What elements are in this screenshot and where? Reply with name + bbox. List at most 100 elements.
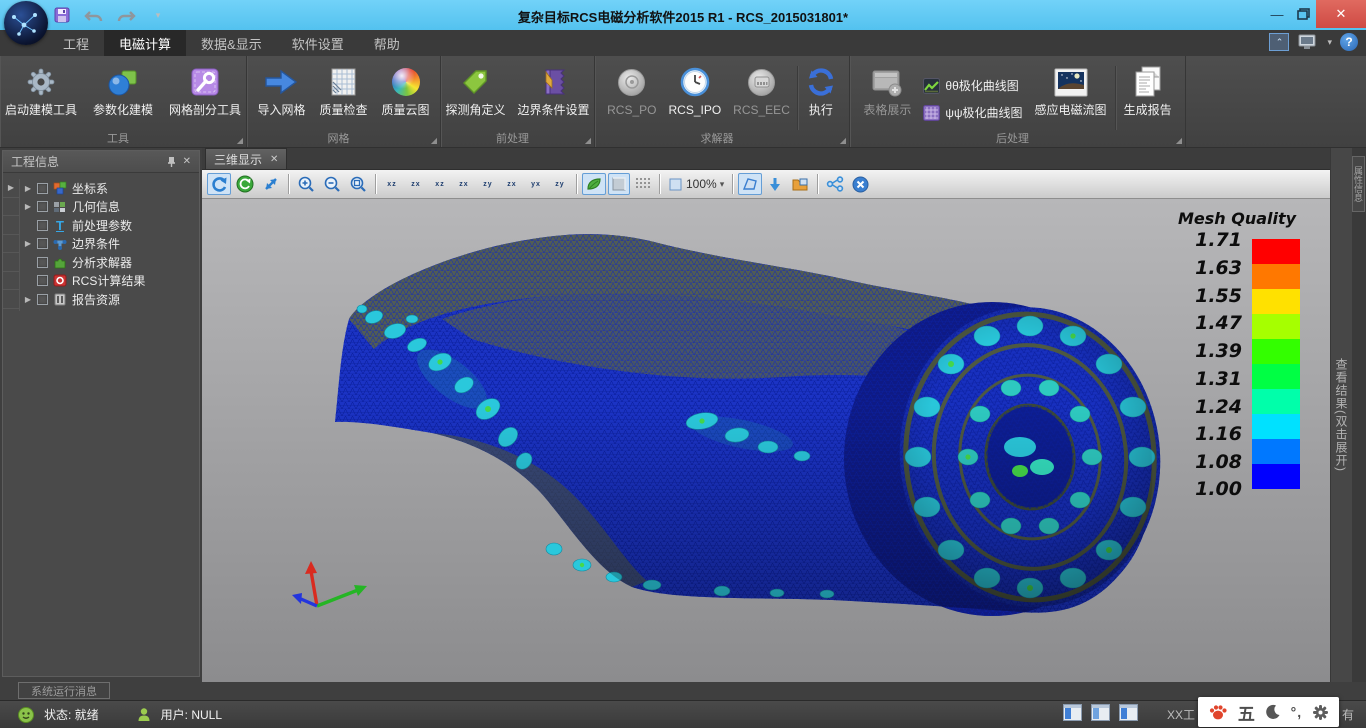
pin-icon[interactable]	[166, 156, 177, 168]
viewport-3d-canvas[interactable]: Mesh Quality 1.71 1.63 1.55 1.47 1.39 1.…	[202, 199, 1330, 682]
view-preset-zy-button[interactable]: zy	[477, 173, 499, 195]
menu-tab-software-settings[interactable]: 软件设置	[277, 30, 359, 56]
dialog-launcher-icon[interactable]: ◢	[237, 137, 243, 145]
menu-tab-project[interactable]: 工程	[48, 30, 104, 56]
dialog-launcher-icon[interactable]: ◢	[1176, 137, 1182, 145]
layout-split-panel-button[interactable]	[1091, 704, 1110, 721]
expander-icon[interactable]: ▶	[23, 184, 33, 193]
close-button[interactable]: ✕	[1316, 0, 1366, 28]
rcs-ipo-button[interactable]: RCS_IPO	[663, 61, 726, 119]
display-style-icon[interactable]	[1297, 33, 1319, 51]
ime-paw-icon[interactable]	[1208, 703, 1228, 721]
app-logo-icon[interactable]	[4, 1, 48, 45]
zoom-in-button[interactable]	[294, 173, 318, 195]
zoom-level-control[interactable]: 100% ▾	[665, 173, 727, 195]
parametric-modeling-button[interactable]: 参数化建模	[88, 61, 158, 119]
zoom-fit-button[interactable]	[346, 173, 370, 195]
tab-close-icon[interactable]: ✕	[270, 154, 278, 165]
layout-right-panel-button[interactable]	[1119, 704, 1138, 721]
ime-wubi-mode[interactable]: 五	[1238, 700, 1255, 725]
share-flow-button[interactable]	[823, 173, 847, 195]
rcs-po-button[interactable]: RCS_PO	[602, 61, 661, 119]
checkbox[interactable]	[37, 183, 48, 194]
expander-icon[interactable]: ▶	[23, 295, 33, 304]
expander-icon[interactable]: ▶	[23, 202, 33, 211]
psi-polarization-curve-button[interactable]: ψψ极化曲线图	[919, 102, 1026, 123]
share-icon	[826, 176, 844, 192]
rotate-view-button[interactable]	[207, 173, 231, 195]
ime-punctuation-mode[interactable]: °,	[1291, 704, 1303, 720]
view-preset-zx3-button[interactable]: zx	[501, 173, 523, 195]
undo-button[interactable]	[84, 5, 104, 25]
checkbox[interactable]	[37, 201, 48, 212]
theta-polarization-curve-button[interactable]: θθ极化曲线图	[919, 75, 1026, 96]
checkbox[interactable]	[37, 294, 48, 305]
panel-close-icon[interactable]: ✕	[183, 156, 191, 167]
execute-button[interactable]: 执行	[800, 61, 842, 119]
shaded-view-button[interactable]	[582, 173, 606, 195]
dialog-launcher-icon[interactable]: ◢	[431, 137, 437, 145]
view-preset-zx-button[interactable]: zx	[405, 173, 427, 195]
pan-view-button[interactable]	[259, 173, 283, 195]
mesh-partition-tool-button[interactable]: 网格剖分工具	[164, 61, 246, 119]
quality-cloud-map-button[interactable]: 质量云图	[377, 61, 435, 119]
tree-item-geometry-info[interactable]: ▶ 几何信息	[21, 198, 199, 217]
checkbox[interactable]	[37, 257, 48, 268]
checkbox[interactable]	[37, 220, 48, 231]
view-preset-xz2-button[interactable]: xz	[429, 173, 451, 195]
menu-tab-help[interactable]: 帮助	[359, 30, 415, 56]
section-select-button[interactable]	[738, 173, 762, 195]
system-messages-tab[interactable]: 系统运行消息	[18, 682, 110, 699]
spin-view-button[interactable]	[233, 173, 257, 195]
expander-icon[interactable]: ▶	[23, 239, 33, 248]
tree-item-analysis-solver[interactable]: 分析求解器	[21, 253, 199, 272]
view-preset-zy2-button[interactable]: zy	[549, 173, 571, 195]
layout-left-panel-button[interactable]	[1063, 704, 1082, 721]
green-sync-icon	[236, 175, 254, 193]
generate-report-button[interactable]: 生成报告	[1119, 61, 1177, 119]
minimize-button[interactable]: —	[1264, 1, 1290, 27]
display-style-dropdown-icon[interactable]: ▾	[1327, 37, 1332, 48]
save-button[interactable]	[52, 5, 72, 25]
view-preset-zx2-button[interactable]: zx	[453, 173, 475, 195]
close-view-button[interactable]	[849, 173, 872, 195]
ime-gear-icon[interactable]	[1312, 704, 1329, 721]
tree-item-preprocess-params[interactable]: T 前处理参数	[21, 216, 199, 235]
start-modeling-tool-button[interactable]: 启动建模工具	[0, 61, 82, 119]
view-preset-xz-button[interactable]: xz	[381, 173, 403, 195]
zoom-out-button[interactable]	[320, 173, 344, 195]
quality-check-button[interactable]: 质量检查	[314, 61, 372, 119]
probe-angle-define-button[interactable]: 探测角定义	[440, 61, 510, 119]
gutter-expander-icon[interactable]: ▶	[3, 179, 19, 198]
menu-tab-em-computation[interactable]: 电磁计算	[104, 30, 186, 56]
redo-button[interactable]	[116, 5, 136, 25]
help-icon[interactable]: ?	[1340, 33, 1358, 51]
view-preset-yx-button[interactable]: yx	[525, 173, 547, 195]
capture-image-button[interactable]	[788, 173, 812, 195]
tree-item-rcs-results[interactable]: RCS计算结果	[21, 272, 199, 291]
tab-3d-display[interactable]: 三维显示 ✕	[205, 148, 287, 169]
table-display-button[interactable]: 表格展示	[858, 61, 916, 119]
tree-item-report-resources[interactable]: ▶ 报告资源	[21, 290, 199, 309]
dialog-launcher-icon[interactable]: ◢	[585, 137, 591, 145]
ime-moon-icon[interactable]	[1265, 704, 1281, 720]
tree-item-coordinate-system[interactable]: ▶ 坐标系	[21, 179, 199, 198]
import-mesh-button[interactable]: 导入网格	[252, 61, 310, 119]
induced-current-map-button[interactable]: 感应电磁流图	[1030, 61, 1112, 119]
checkbox[interactable]	[37, 275, 48, 286]
boundary-condition-settings-button[interactable]: 边界条件设置	[513, 61, 595, 119]
zoom-dropdown-icon[interactable]: ▾	[720, 179, 725, 190]
tree-item-boundary-conditions[interactable]: ▶ 边界条件	[21, 235, 199, 254]
results-splitter-bar[interactable]: 查看结果(双击展开)	[1330, 148, 1352, 682]
maximize-button[interactable]	[1290, 1, 1316, 27]
flat-view-button[interactable]	[608, 173, 630, 195]
menu-tab-data-display[interactable]: 数据&显示	[186, 30, 277, 56]
quick-access-dropdown-icon[interactable]: ▾	[148, 5, 168, 25]
dialog-launcher-icon[interactable]: ◢	[840, 137, 846, 145]
points-view-button[interactable]	[632, 173, 654, 195]
rcs-eec-button[interactable]: RCS_EEC	[728, 61, 795, 119]
property-info-tab[interactable]: 属性信息	[1352, 156, 1365, 212]
drop-down-view-button[interactable]	[764, 173, 786, 195]
checkbox[interactable]	[37, 238, 48, 249]
collapse-ribbon-icon[interactable]: ⌃	[1269, 33, 1289, 51]
